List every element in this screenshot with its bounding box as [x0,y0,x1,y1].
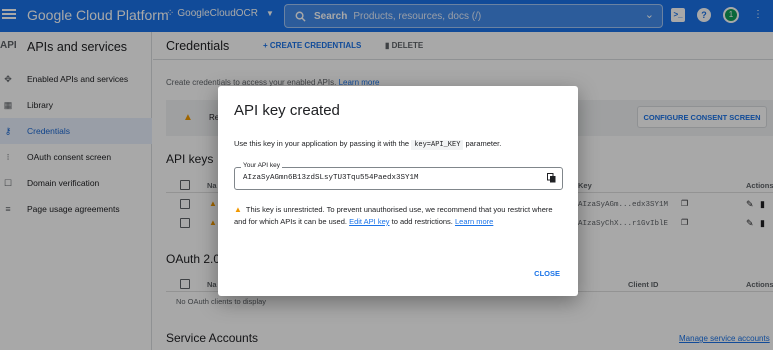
close-button[interactable]: CLOSE [534,269,560,278]
edit-api-key-link[interactable]: Edit API key [349,217,389,226]
warning-text-end: to add restrictions. [391,217,453,226]
description-text-end: parameter. [465,139,502,148]
dialog-description: Use this key in your application by pass… [234,139,502,150]
warning-icon: ▲ [234,205,242,214]
api-key-value[interactable]: AIzaSyAGmn6B13zdSLsyTU3Tqu554Paedx3SY1M [243,174,419,182]
dialog-title: API key created [234,102,340,119]
copy-icon[interactable] [547,173,556,183]
api-key-field[interactable]: Your API key AIzaSyAGmn6B13zdSLsyTU3Tqu5… [234,162,563,190]
api-key-created-dialog: API key created Use this key in your app… [218,86,578,296]
key-param-code: key=API_KEY [411,140,464,150]
field-label: Your API key [241,162,282,169]
unrestricted-warning: ▲ This key is unrestricted. To prevent u… [234,204,564,228]
description-text: Use this key in your application by pass… [234,139,410,148]
learn-more-link[interactable]: Learn more [455,217,493,226]
